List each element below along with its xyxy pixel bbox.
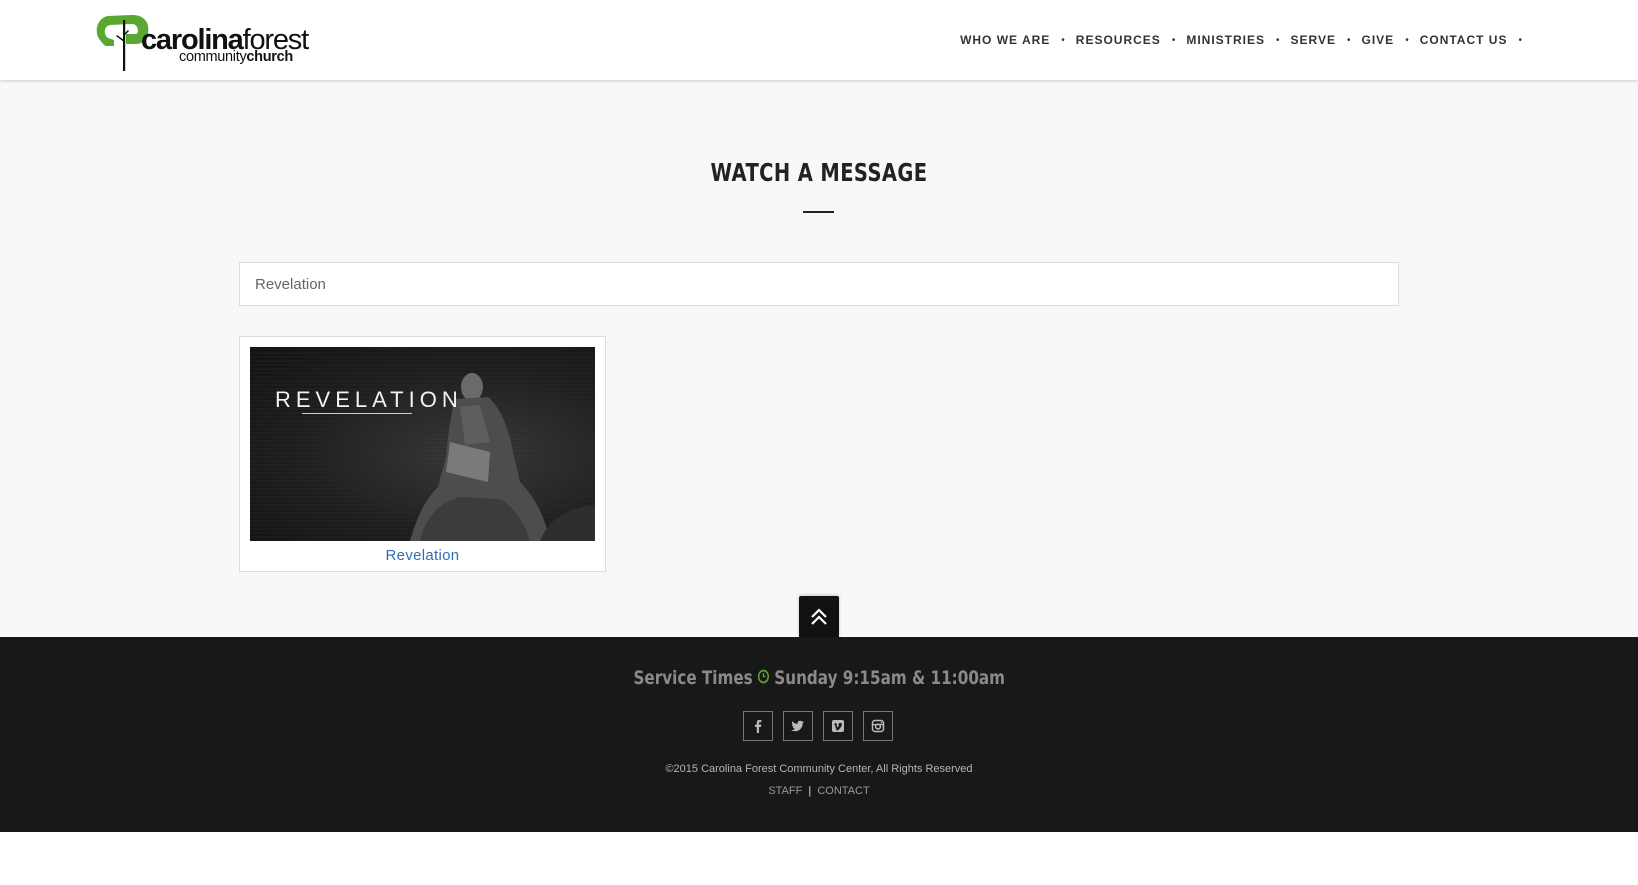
nav-separator: • [1061, 34, 1065, 46]
message-thumbnail[interactable]: REVELATION [250, 347, 595, 541]
instagram-icon[interactable] [863, 711, 893, 741]
site-header: carolinaforest communitychurch WHO WE AR… [0, 0, 1638, 80]
nav-separator: • [1171, 34, 1176, 46]
footer-link-staff[interactable]: STAFF [768, 785, 802, 797]
nav-serve[interactable]: SERVE [1291, 33, 1336, 47]
message-card: REVELATION Revelation [239, 336, 606, 572]
twitter-icon[interactable] [783, 711, 813, 741]
nav-give[interactable]: GIVE [1362, 33, 1395, 47]
logo-subtitle: communitychurch [179, 49, 293, 65]
scroll-to-top-button[interactable] [799, 596, 839, 637]
title-divider [803, 211, 834, 213]
thumbnail-artwork [250, 347, 595, 541]
thumbnail-title: REVELATION [275, 387, 463, 412]
message-search-input[interactable] [239, 262, 1399, 306]
message-link[interactable]: Revelation [240, 547, 605, 564]
nav-who-we-are[interactable]: WHO WE ARE [960, 33, 1050, 47]
nav-separator: • [1346, 34, 1351, 46]
main-content: WATCH A MESSAGE REVELATION [0, 80, 1638, 637]
nav-contact-us[interactable]: CONTACT US [1420, 33, 1508, 47]
site-logo[interactable]: carolinaforest communitychurch [92, 12, 322, 72]
double-chevron-up-icon [811, 607, 827, 625]
facebook-icon[interactable] [743, 711, 773, 741]
footer-link-separator: | [808, 785, 812, 797]
main-nav: WHO WE ARE • RESOURCES • MINISTRIES • SE… [960, 33, 1533, 47]
nav-separator: • [1276, 34, 1280, 46]
site-footer: Service Times Sunday 9:15am & 11:00am ©2… [0, 637, 1638, 832]
social-links [743, 711, 893, 741]
thumbnail-underline [302, 413, 412, 414]
footer-links: STAFF | CONTACT [0, 785, 1638, 797]
nav-separator: • [1405, 34, 1409, 46]
nav-separator: • [1518, 34, 1522, 46]
vimeo-icon[interactable] [823, 711, 853, 741]
copyright-text: ©2015 Carolina Forest Community Center, … [665, 763, 973, 775]
service-times-label: Service Times [633, 667, 753, 689]
service-times-value: Sunday 9:15am & 11:00am [774, 667, 1005, 689]
service-times: Service Times Sunday 9:15am & 11:00am [0, 667, 1638, 689]
nav-ministries[interactable]: MINISTRIES [1186, 33, 1265, 47]
footer-link-contact[interactable]: CONTACT [817, 785, 869, 797]
page-title: WATCH A MESSAGE [710, 158, 928, 187]
nav-resources[interactable]: RESOURCES [1076, 33, 1161, 47]
page-bottom-spacer [0, 832, 1638, 885]
clock-icon [757, 667, 769, 689]
